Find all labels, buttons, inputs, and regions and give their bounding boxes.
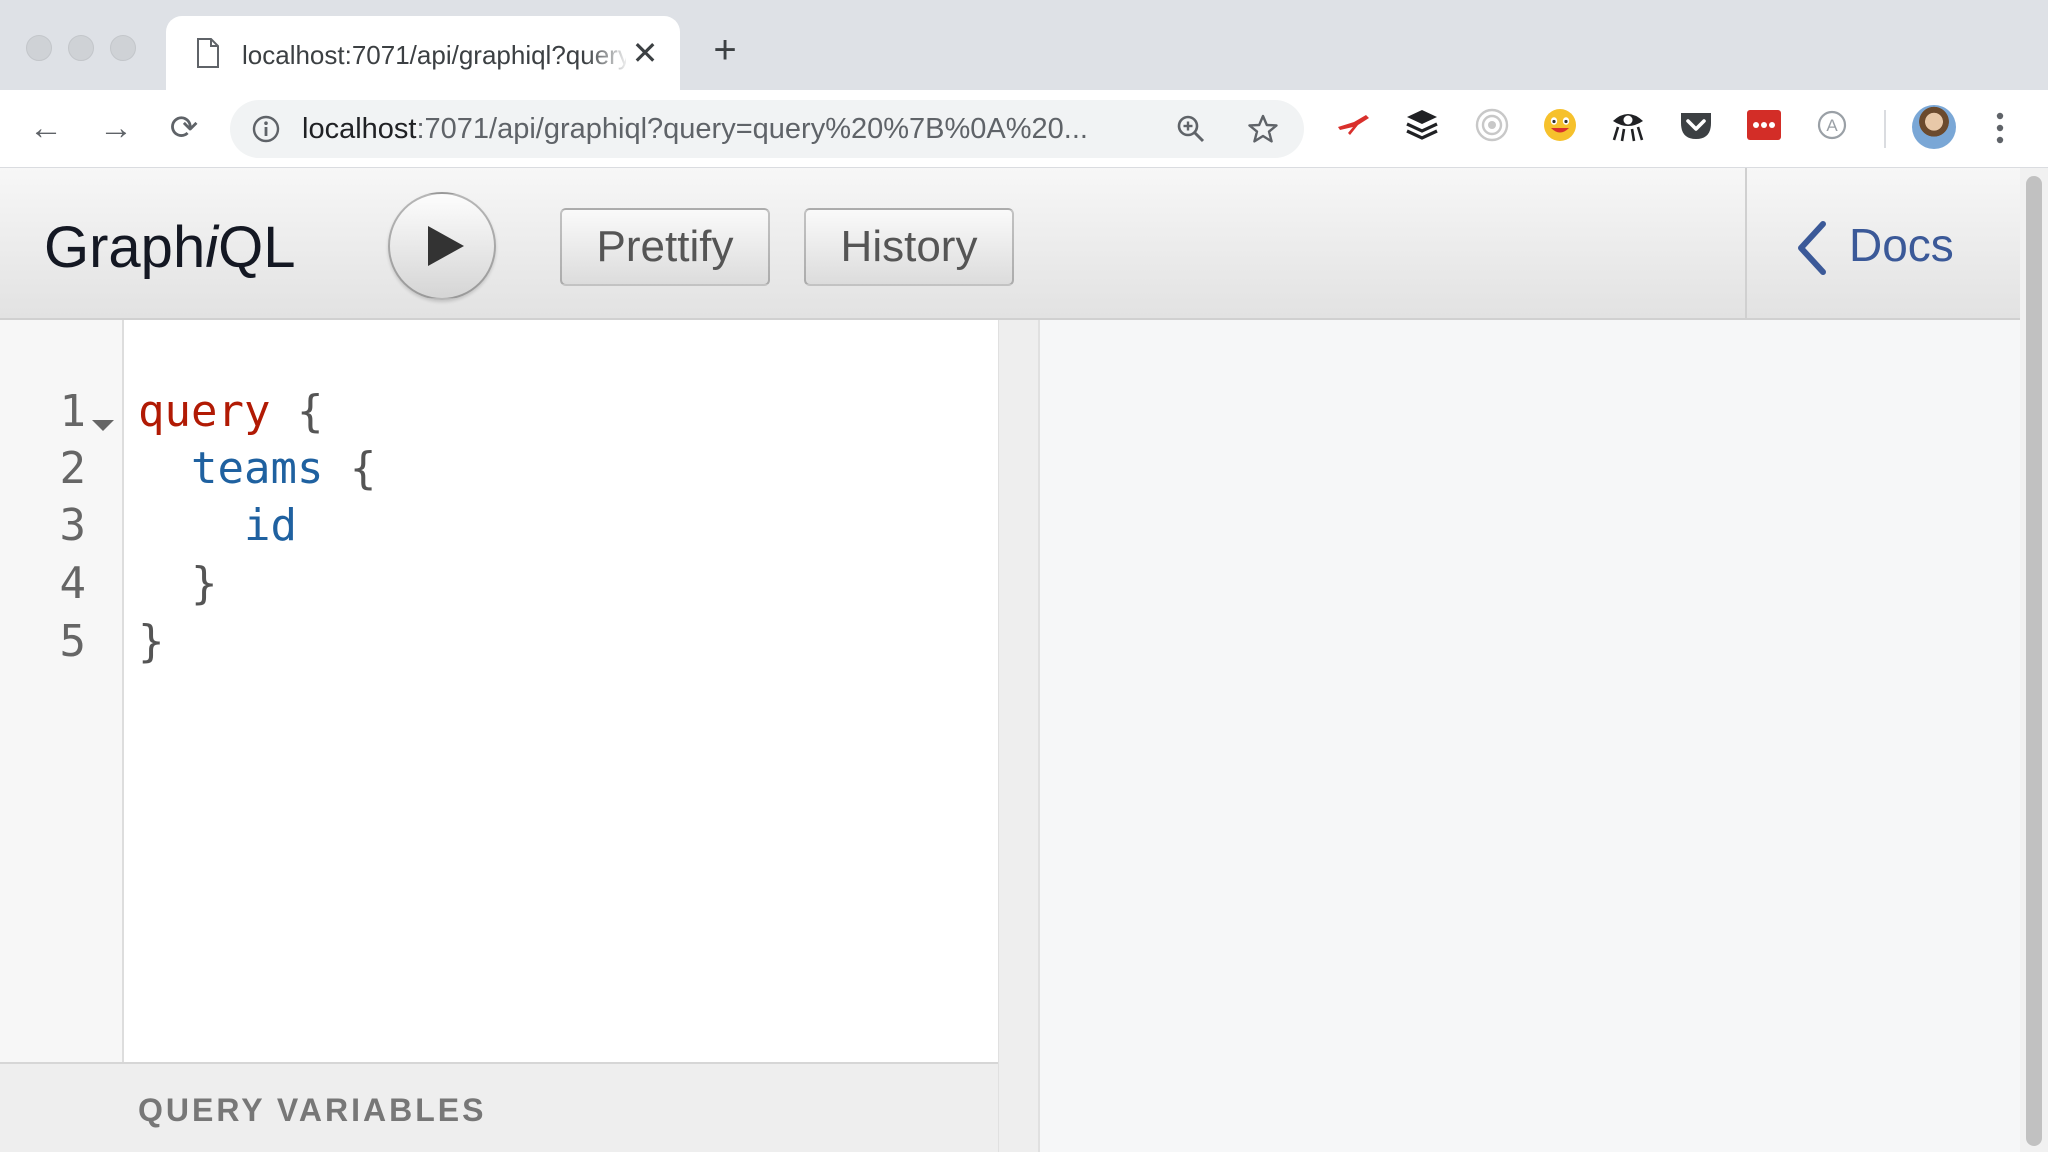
play-icon bbox=[428, 226, 464, 266]
new-tab-button[interactable]: + bbox=[705, 30, 745, 70]
toolbar-separator bbox=[1884, 110, 1886, 148]
fold-arrow-icon[interactable] bbox=[92, 420, 114, 431]
id-field: id bbox=[243, 500, 297, 551]
roadrunner-icon[interactable] bbox=[1336, 107, 1372, 143]
graphiql-topbar: GraphiQL Prettify History bbox=[0, 168, 1745, 320]
result-pane bbox=[1040, 320, 2020, 1152]
url-path: :7071/api/graphiql?query=query%20%7B%0A%… bbox=[416, 113, 1088, 145]
docs-explorer-toggle[interactable]: Docs bbox=[1745, 168, 2020, 320]
close-brace: } bbox=[138, 616, 165, 667]
window-close-button[interactable] bbox=[26, 35, 52, 61]
teams-field: teams bbox=[190, 443, 324, 494]
code-line: } bbox=[138, 556, 218, 612]
query-variables-title: QUERY VARIABLES bbox=[138, 1092, 487, 1128]
query-variables-bar[interactable]: QUERY VARIABLES bbox=[0, 1062, 998, 1152]
chevron-left-icon bbox=[1798, 221, 1826, 275]
line-number-gutter: 1 2 3 4 5 bbox=[0, 320, 124, 1062]
back-arrow-icon[interactable]: ← bbox=[26, 108, 66, 148]
code-line: query { bbox=[138, 384, 323, 440]
prettify-button[interactable]: Prettify bbox=[560, 208, 770, 286]
open-brace: { bbox=[323, 443, 377, 494]
line-number: 1 bbox=[59, 386, 87, 437]
execute-query-button[interactable] bbox=[388, 192, 496, 300]
address-bar[interactable]: localhost:7071/api/graphiql?query=query%… bbox=[230, 100, 1304, 158]
line-number: 4 bbox=[59, 558, 87, 609]
record-icon[interactable] bbox=[1474, 107, 1510, 143]
docs-label: Docs bbox=[1849, 219, 1954, 271]
browser-toolbar: ← → ⟳ localhost:7071/api/graphiql?query=… bbox=[0, 90, 2048, 168]
profile-avatar[interactable] bbox=[1912, 105, 1956, 149]
layers-icon[interactable] bbox=[1404, 107, 1440, 143]
pocket-icon[interactable] bbox=[1678, 107, 1714, 143]
lastpass-icon[interactable] bbox=[1746, 107, 1782, 143]
bookmark-star-icon[interactable] bbox=[1248, 114, 1278, 144]
eye-icon[interactable] bbox=[1610, 107, 1646, 143]
close-brace: } bbox=[190, 558, 218, 609]
line-number: 2 bbox=[59, 443, 87, 494]
window-zoom-button[interactable] bbox=[110, 35, 136, 61]
svg-text:A: A bbox=[1826, 116, 1838, 135]
tab-title: localhost:7071/api/graphiql?query=query%… bbox=[242, 40, 626, 70]
browser-tab-active[interactable]: localhost:7071/api/graphiql?query=query%… bbox=[166, 16, 680, 92]
graphiql-title: GraphiQL bbox=[44, 215, 296, 280]
query-editor[interactable]: 1 2 3 4 5 query { teams { id } } bbox=[0, 320, 998, 1062]
more-menu-icon[interactable] bbox=[1990, 108, 2010, 148]
code-line: teams { bbox=[138, 441, 376, 497]
tab-close-icon[interactable]: ✕ bbox=[628, 36, 662, 70]
emoji-icon[interactable] bbox=[1542, 107, 1578, 143]
scrollbar-thumb[interactable] bbox=[2026, 176, 2042, 1146]
url-host: localhost bbox=[302, 113, 417, 145]
query-keyword: query bbox=[138, 386, 271, 437]
graphiql-app: GraphiQL Prettify History Docs 1 2 3 4 5… bbox=[0, 168, 2020, 1152]
editor-result-divider[interactable] bbox=[998, 320, 1040, 1152]
code-line: id bbox=[138, 498, 297, 554]
page-icon bbox=[197, 38, 219, 68]
open-brace: { bbox=[270, 386, 324, 437]
reload-icon[interactable]: ⟳ bbox=[164, 108, 204, 148]
tab-strip: localhost:7071/api/graphiql?query=query%… bbox=[0, 0, 2048, 92]
forward-arrow-icon[interactable]: → bbox=[96, 108, 136, 148]
a-circle-icon[interactable]: A bbox=[1814, 107, 1850, 143]
history-button[interactable]: History bbox=[804, 208, 1014, 286]
page-scrollbar[interactable] bbox=[2020, 168, 2048, 1152]
line-number: 5 bbox=[59, 616, 87, 667]
window-minimize-button[interactable] bbox=[68, 35, 94, 61]
code-line: } bbox=[138, 614, 165, 670]
tab-title-fade bbox=[586, 34, 630, 74]
line-number: 3 bbox=[59, 500, 87, 551]
url-text[interactable]: localhost:7071/api/graphiql?query=query%… bbox=[302, 111, 1202, 147]
info-icon[interactable] bbox=[252, 115, 280, 143]
zoom-icon[interactable] bbox=[1176, 114, 1206, 144]
